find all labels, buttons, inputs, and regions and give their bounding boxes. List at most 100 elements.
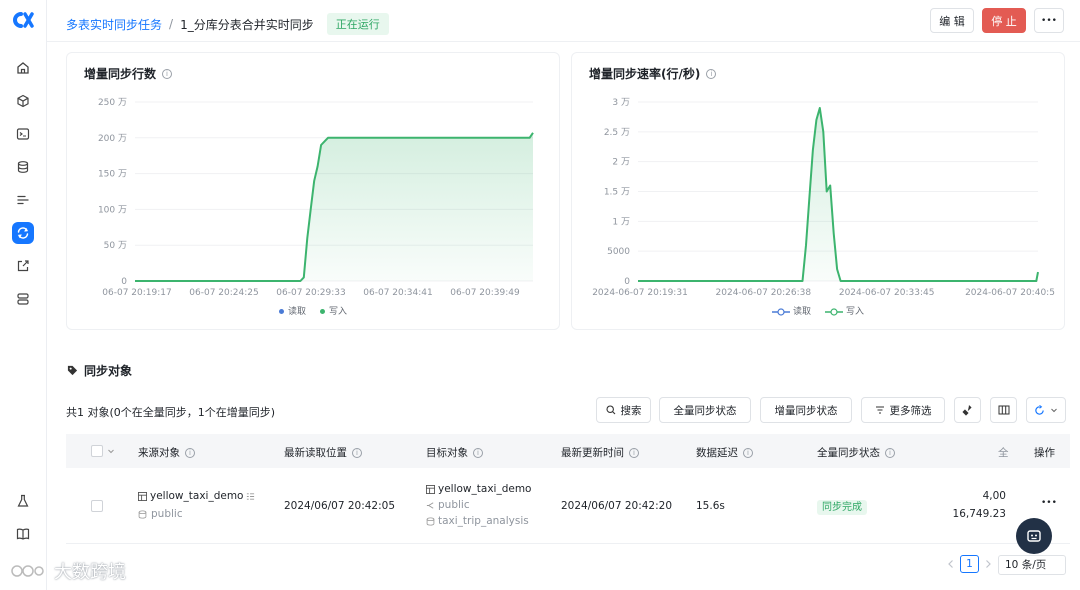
watermark: 大数跨境 (10, 558, 126, 584)
target-schema: public (438, 499, 470, 511)
select-all-checkbox[interactable] (91, 445, 103, 457)
col-target-label: 目标对象 (426, 447, 468, 459)
col-read-position[interactable]: 最新读取位置 i (284, 445, 362, 460)
col-full-status[interactable]: 全量同步状态 i (817, 445, 895, 460)
page-size-label: 10 条/页 (1005, 559, 1047, 571)
x-tick-label: 2024-06-07 20:26:38 (716, 288, 812, 298)
legend-item-write[interactable]: 写入 (320, 304, 347, 317)
count-cell-2: 16,749.23 (952, 508, 1006, 520)
page-size-select[interactable]: 10 条/页 (998, 555, 1066, 575)
topbar: 多表实时同步任务 / 1_分库分表合并实时同步 正在运行 编 辑 停 止 ••• (47, 0, 1080, 42)
series-area-write (135, 132, 533, 281)
col-update-time-label: 最新更新时间 (561, 447, 624, 459)
col-action: 操作 (1034, 447, 1055, 459)
chevron-down-icon[interactable] (107, 447, 115, 455)
full-sync-status-filter[interactable]: 全量同步状态 (659, 397, 751, 423)
edit-button[interactable]: 编 辑 (930, 8, 974, 33)
breadcrumb-current: 1_分库分表合并实时同步 (180, 17, 314, 32)
target-object-cell: yellow_taxi_demo public taxi_trip_analys… (426, 483, 531, 527)
y-tick-label: 250 万 (98, 98, 127, 108)
col-delay-label: 数据延迟 (696, 447, 738, 459)
list-icon[interactable] (12, 189, 34, 211)
legend-item-read[interactable]: 读取 (278, 304, 306, 317)
source-table-name[interactable]: yellow_taxi_demo (150, 490, 243, 502)
col-delay[interactable]: 数据延迟 i (696, 445, 753, 460)
x-tick-label: 06-07 20:39:49 (450, 288, 520, 298)
database-icon (426, 516, 435, 525)
more-filters-label: 更多筛选 (889, 404, 932, 417)
x-tick-label: 2024-06-07 20:33:45 (839, 288, 935, 298)
count-cell-1: 4,00 (982, 490, 1006, 502)
schema-icon (426, 501, 434, 509)
database-icon[interactable] (12, 156, 34, 178)
col-target[interactable]: 目标对象 i (426, 445, 483, 460)
table-row[interactable]: yellow_taxi_demo public 2024/06/07 20:42… (66, 468, 1070, 544)
col-read-position-label: 最新读取位置 (284, 447, 347, 459)
row-action-button[interactable]: ••• (1041, 498, 1057, 508)
info-icon[interactable]: i (473, 447, 483, 458)
col-full-status-label: 全量同步状态 (817, 447, 880, 459)
col-source[interactable]: 来源对象 i (138, 445, 195, 460)
breadcrumb-separator: / (169, 17, 174, 31)
more-button[interactable]: ••• (1034, 8, 1064, 33)
export-icon[interactable] (12, 255, 34, 277)
page-1-button[interactable]: 1 (960, 555, 979, 573)
sync-icon[interactable] (12, 222, 34, 244)
stop-button[interactable]: 停 止 (982, 8, 1026, 33)
y-tick-label: 3 万 (612, 98, 630, 108)
breadcrumb: 多表实时同步任务 / 1_分库分表合并实时同步 正在运行 (66, 13, 389, 35)
y-tick-label: 2.5 万 (604, 128, 630, 138)
watermark-text: 大数跨境 (54, 562, 126, 583)
row-checkbox[interactable] (91, 500, 103, 512)
source-schema: public (151, 508, 183, 520)
info-icon[interactable]: i (885, 447, 895, 458)
legend-read-label: 读取 (792, 307, 811, 317)
chart-legend: 读取 写入 (67, 304, 559, 317)
y-tick-label: 200 万 (98, 134, 127, 144)
legend-write-label: 写入 (329, 307, 348, 317)
y-tick-label: 1 万 (612, 217, 630, 227)
y-tick-label: 0 (624, 277, 630, 287)
home-icon[interactable] (12, 57, 34, 79)
app-logo[interactable] (12, 10, 34, 30)
book-icon[interactable] (12, 523, 34, 545)
search-button[interactable]: 搜索 (596, 397, 651, 423)
refresh-button[interactable] (1026, 397, 1066, 423)
series-line-write[interactable] (638, 107, 1039, 282)
y-tick-label: 50 万 (104, 241, 127, 251)
x-tick-label: 06-07 20:19:17 (102, 288, 171, 298)
table-icon (138, 491, 147, 501)
info-icon[interactable]: i (629, 447, 639, 458)
info-icon[interactable]: i (185, 447, 195, 458)
columns-icon (998, 405, 1009, 415)
terminal-icon[interactable] (12, 123, 34, 145)
breadcrumb-parent-link[interactable]: 多表实时同步任务 (66, 16, 162, 33)
tag-icon (67, 365, 78, 376)
more-filters-button[interactable]: 更多筛选 (861, 397, 945, 423)
cube-icon[interactable] (12, 90, 34, 112)
incr-sync-status-filter[interactable]: 增量同步状态 (760, 397, 852, 423)
full-status-badge: 同步完成 (817, 500, 867, 515)
columns-button[interactable] (990, 397, 1017, 423)
flask-icon[interactable] (12, 490, 34, 512)
target-table-name[interactable]: yellow_taxi_demo (438, 483, 531, 495)
info-icon[interactable]: i (743, 447, 753, 458)
legend-item-read[interactable]: 读取 (771, 304, 811, 317)
assistant-bot-button[interactable] (1016, 518, 1052, 554)
legend-item-write[interactable]: 写入 (825, 304, 864, 317)
database-icon (138, 509, 147, 518)
info-icon[interactable]: i (352, 447, 362, 458)
clear-button[interactable] (954, 397, 981, 423)
objects-summary: 共1 对象(0个在全量同步，1个在增量同步) (66, 406, 276, 419)
y-tick-label: 1.5 万 (604, 188, 630, 198)
col-update-time[interactable]: 最新更新时间 i (561, 445, 639, 460)
prev-page-icon[interactable] (947, 559, 955, 569)
list-detail-icon[interactable] (246, 492, 255, 501)
target-database: taxi_trip_analysis (438, 515, 529, 527)
chevron-down-icon (1051, 408, 1057, 413)
next-page-icon[interactable] (984, 559, 992, 569)
series-area-write (638, 108, 1038, 281)
source-object-cell: yellow_taxi_demo public (138, 490, 255, 520)
server-icon[interactable] (12, 288, 34, 310)
broom-icon (961, 405, 972, 416)
